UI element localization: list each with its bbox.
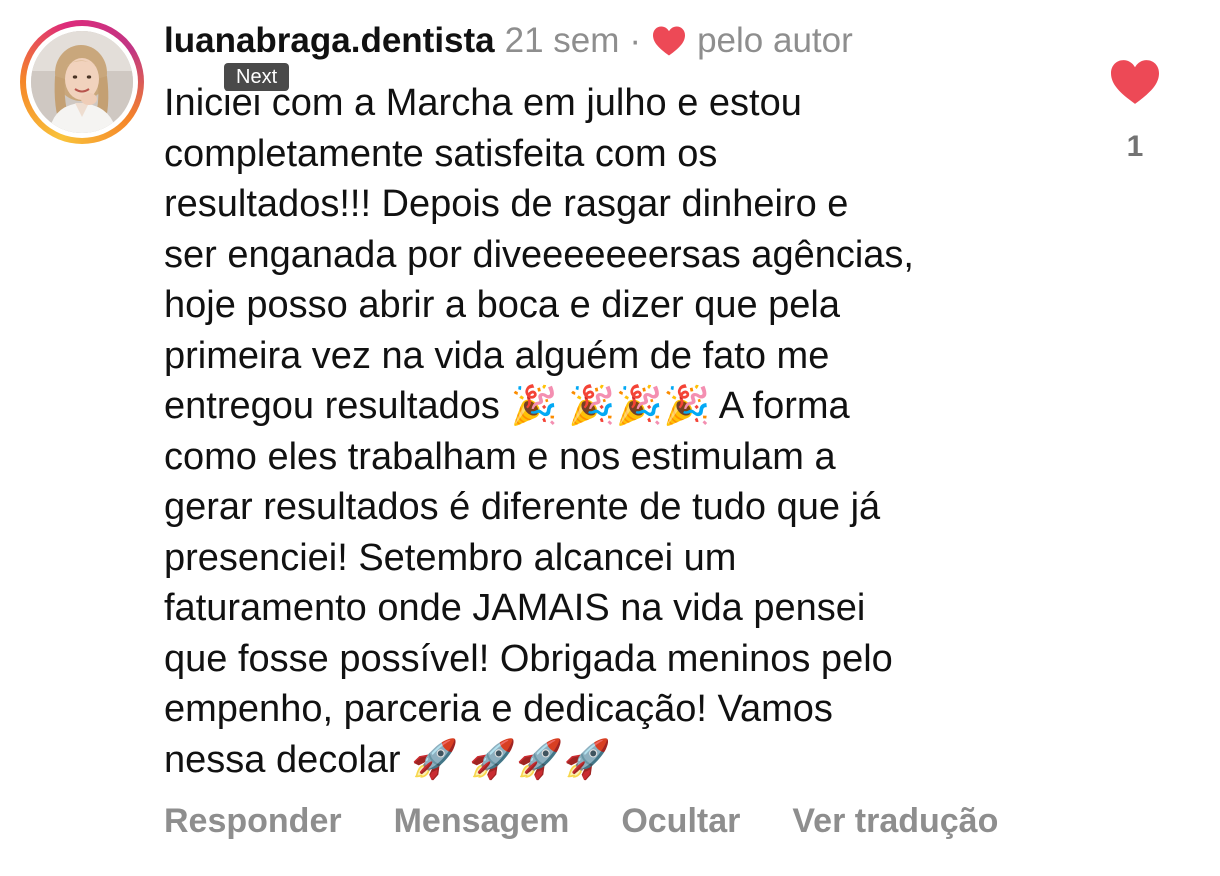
like-count[interactable]: 1 — [1127, 130, 1144, 164]
comment-text: Iniciei com a Marcha em julho e estou co… — [164, 82, 914, 781]
like-heart-icon[interactable] — [1108, 58, 1162, 106]
username-link[interactable]: luanabraga.dentista — [164, 18, 495, 64]
hide-button[interactable]: Ocultar — [621, 802, 740, 841]
message-button[interactable]: Mensagem — [394, 802, 570, 841]
comment-actions: Responder Mensagem Ocultar Ver tradução — [164, 802, 998, 841]
avatar-frame — [26, 26, 138, 138]
avatar-photo — [31, 31, 133, 133]
story-ring[interactable] — [20, 20, 144, 144]
separator-dot: · — [629, 21, 642, 60]
comment: luanabraga.dentista 21 sem · pelo autor … — [0, 0, 1220, 876]
reply-button[interactable]: Responder — [164, 802, 342, 841]
see-translation-button[interactable]: Ver tradução — [792, 802, 998, 841]
comment-time[interactable]: 21 sem — [505, 18, 620, 64]
heart-icon — [653, 26, 686, 56]
like-area: 1 — [1100, 58, 1170, 164]
comment-header: luanabraga.dentista 21 sem · pelo autor — [164, 18, 853, 64]
avatar[interactable] — [31, 31, 133, 133]
next-tooltip: Next — [224, 63, 290, 91]
liked-by-author-label: pelo autor — [697, 21, 853, 60]
